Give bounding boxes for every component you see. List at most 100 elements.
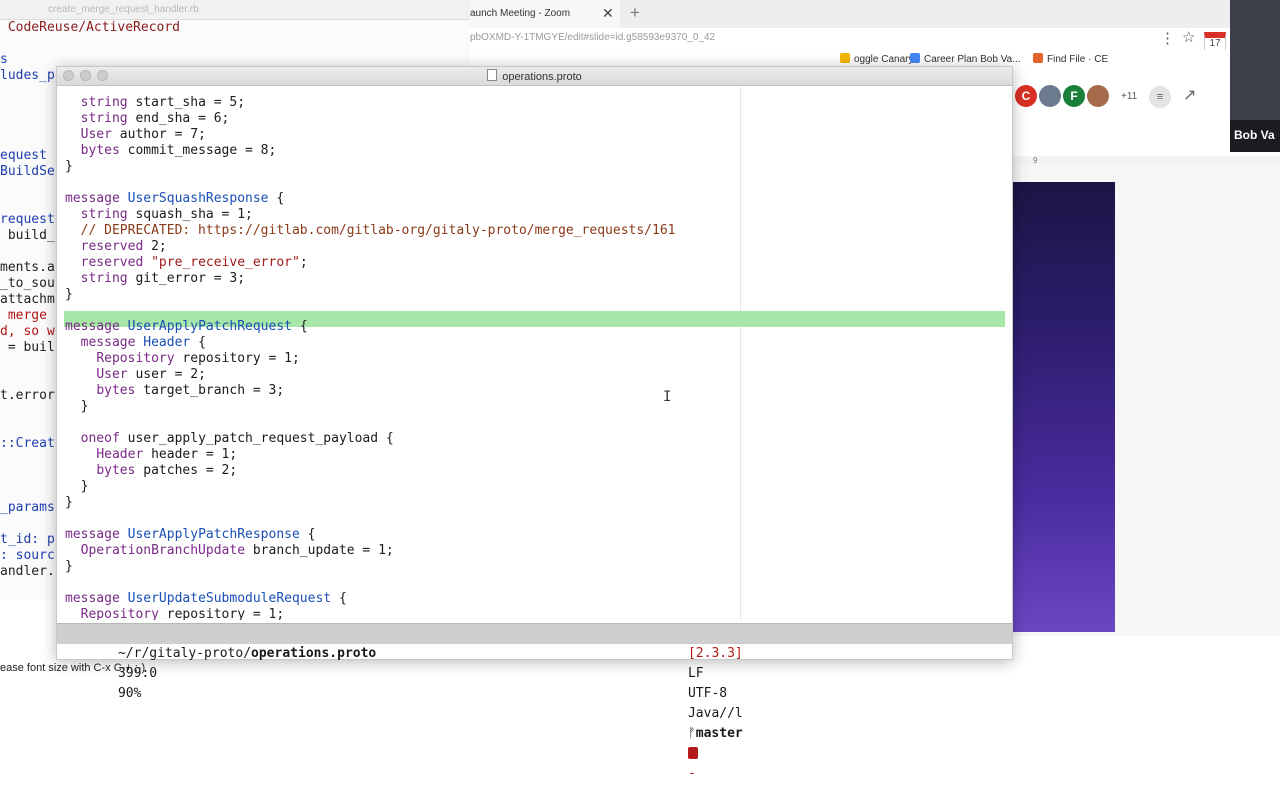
- code-line: bytes patches = 2;: [65, 463, 237, 479]
- code-token: Repository: [96, 351, 175, 366]
- background-code-line: CodeReuse/ActiveRecord: [0, 20, 181, 35]
- collaborator-avatar[interactable]: F: [1063, 85, 1085, 107]
- code-token: }: [65, 287, 73, 302]
- code-buffer[interactable]: I string start_sha = 5; string end_sha =…: [57, 87, 1012, 620]
- code-token: author = 7;: [111, 127, 206, 142]
- code-token: UserApplyPatchResponse: [127, 527, 300, 542]
- flycheck-error-icon[interactable]: [687, 747, 698, 759]
- address-bar[interactable]: pbOXMD-Y-1TMGYE/edit#slide=id.g58593e937…: [470, 28, 1230, 51]
- code-line: Repository repository = 1;: [65, 351, 300, 367]
- browser-tab-zoom[interactable]: aunch Meeting - Zoom ✕: [470, 0, 620, 28]
- code-token: }: [65, 479, 89, 494]
- code-token: {: [299, 527, 316, 542]
- code-token: squash_sha = 1;: [127, 207, 253, 222]
- address-url: pbOXMD-Y-1TMGYE/edit#slide=id.g58593e937…: [470, 32, 716, 43]
- code-token: string: [80, 111, 128, 126]
- bookmark-favicon-icon: [840, 53, 850, 63]
- close-tab-icon[interactable]: ✕: [602, 5, 614, 22]
- code-line: message UserSquashResponse {: [65, 191, 284, 207]
- bookmark-label: oggle Canary: [854, 54, 914, 65]
- code-token: {: [331, 591, 347, 606]
- modeline-encoding: UTF-8: [687, 686, 728, 701]
- code-token: message: [65, 191, 120, 206]
- text-cursor-icon: I: [663, 389, 672, 405]
- code-line: User user = 2;: [65, 367, 206, 383]
- code-token: patches = 2;: [135, 463, 238, 478]
- slide-thumbnail[interactable]: [1013, 182, 1115, 632]
- code-token: reserved: [80, 255, 144, 270]
- activity-trend-icon[interactable]: ↗: [1183, 85, 1196, 105]
- bookmark-favicon-icon: [1033, 53, 1043, 63]
- calendar-day: 17: [1209, 38, 1221, 49]
- fill-column-indicator: [740, 87, 741, 620]
- code-line: OperationBranchUpdate branch_update = 1;: [65, 543, 394, 559]
- code-line: string squash_sha = 1;: [65, 207, 253, 223]
- modeline-branch[interactable]: master: [696, 726, 743, 741]
- collaborator-avatar[interactable]: [1087, 85, 1109, 107]
- bookmark-item[interactable]: oggle Canary: [840, 53, 913, 65]
- code-token: end_sha = 6;: [127, 111, 230, 126]
- code-line: }: [65, 399, 89, 415]
- video-participant-name: Bob Va: [1234, 128, 1275, 142]
- code-token: OperationBranchUpdate: [80, 543, 246, 558]
- collaborator-avatar[interactable]: [1039, 85, 1061, 107]
- code-token: Repository: [80, 607, 159, 620]
- code-token: reserved: [80, 239, 144, 254]
- git-branch-icon: ᚠ: [687, 726, 696, 741]
- code-token: commit_message = 8;: [119, 143, 277, 158]
- code-token: oneof: [80, 431, 120, 446]
- background-editor-tab[interactable]: create_merge_request_handler.rb: [0, 0, 470, 20]
- code-line: string end_sha = 6;: [65, 111, 230, 127]
- code-token: Header: [96, 447, 144, 462]
- code-token: User: [96, 367, 128, 382]
- code-token: bytes: [80, 143, 120, 158]
- code-token: }: [65, 399, 89, 414]
- bookmark-item[interactable]: Find File · CE: [1033, 53, 1108, 65]
- bookmark-star-icon[interactable]: ☆: [1182, 28, 1195, 46]
- code-token: target_branch = 3;: [135, 383, 285, 398]
- new-tab-icon[interactable]: +: [630, 3, 640, 23]
- comments-icon[interactable]: ≡: [1149, 86, 1171, 108]
- code-line: message UserApplyPatchRequest {: [65, 319, 308, 335]
- bookmark-favicon-icon: [910, 53, 920, 63]
- emacs-window: operations.proto I string start_sha = 5;…: [56, 66, 1013, 781]
- code-token: {: [190, 335, 206, 350]
- code-token: }: [65, 495, 73, 510]
- code-line: }: [65, 159, 73, 175]
- window-titlebar[interactable]: operations.proto: [57, 67, 1012, 86]
- browser-menu-icon[interactable]: ⋮: [1160, 29, 1175, 47]
- modeline-version: [2.3.3]: [687, 646, 743, 661]
- code-line: reserved "pre_receive_error";: [65, 255, 308, 271]
- code-line: bytes target_branch = 3;: [65, 383, 284, 399]
- code-token: user_apply_patch_request_payload {: [119, 431, 394, 446]
- ruler-mark: 9: [1033, 156, 1038, 165]
- code-line: message UserUpdateSubmoduleRequest {: [65, 591, 347, 607]
- collaborator-count: +11: [1121, 91, 1138, 102]
- code-line: string git_error = 3;: [65, 271, 245, 287]
- video-participant-tile: Bob Va: [1230, 0, 1280, 152]
- collaborator-avatar[interactable]: C: [1015, 85, 1037, 107]
- code-token: string: [80, 207, 128, 222]
- code-line: }: [65, 495, 73, 511]
- code-token: message: [80, 335, 136, 350]
- bookmark-item[interactable]: Career Plan Bob Va...: [910, 53, 1021, 65]
- modeline-mode[interactable]: Java//l: [688, 706, 743, 721]
- code-token: branch_update = 1;: [245, 543, 394, 558]
- code-token: user = 2;: [127, 367, 206, 382]
